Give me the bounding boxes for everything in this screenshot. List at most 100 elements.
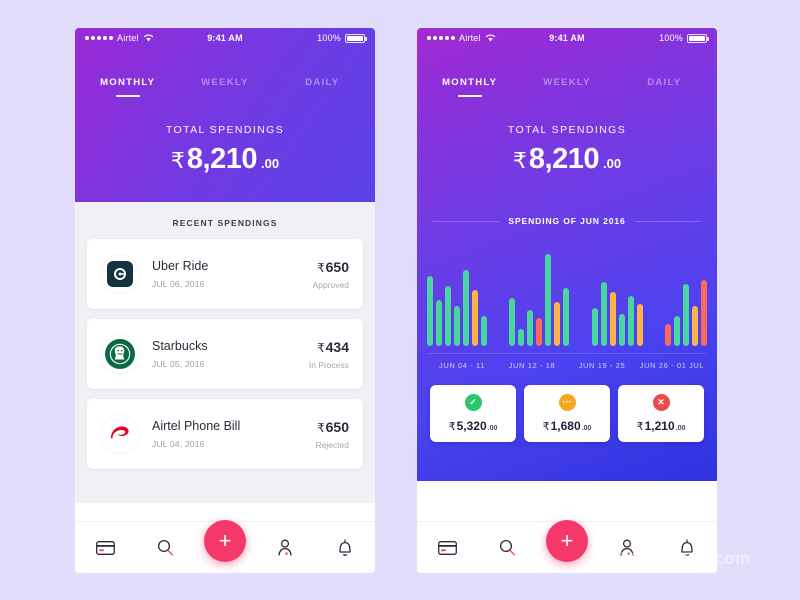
status-summary-cards: ✓ ₹5,320.00 ··· ₹1,680.00 ✕ ₹1,210.00 [430,385,704,442]
header-left: Airtel 9:41 AM 100% MONTHLY WEEKLY DAILY… [75,28,375,202]
chart-bar [691,306,698,346]
status-summary-card[interactable]: ··· ₹1,680.00 [524,385,610,442]
merchant-name: Starbucks [152,339,208,353]
recent-spendings-section: RECENT SPENDINGS Uber Ride JUL 06, 2016 … [75,202,375,503]
status-summary-amount: ₹1,210.00 [637,419,686,433]
nav-notifications-button[interactable] [657,539,717,557]
chart-bar [563,288,570,346]
reject-circle-icon: ✕ [652,394,670,411]
axis-tick-label: JUN 04 - 11 [438,361,486,370]
chart-bar [427,276,433,346]
battery-full-icon [345,33,367,43]
nav-notifications-button[interactable] [315,539,375,557]
status-bar-right: Airtel 9:41 AM 100% [417,28,717,48]
bar-group [509,246,570,346]
status-summary-amount-value: 1,210 [644,419,675,433]
list-item-amount-block: ₹434 In Process [309,339,349,370]
chart-bar [509,298,516,346]
total-amount-value: 8,210 [186,143,258,175]
phone-screen-right: Airtel 9:41 AM 100% MONTHLY WEEKLY DAILY… [417,28,717,573]
recent-spendings-title: RECENT SPENDINGS [172,218,278,228]
search-icon [157,539,173,556]
status-bar-right-group: 100% [659,33,709,43]
header-right: Airtel 9:41 AM 100% MONTHLY WEEKLY DAILY… [417,28,717,499]
rupee-symbol: ₹ [448,421,456,433]
status-summary-card[interactable]: ✕ ₹1,210.00 [618,385,704,442]
chart-bar [518,329,525,346]
list-item[interactable]: Starbucks JUL 05, 2016 ₹434 In Process [87,319,363,389]
period-tabs-right: MONTHLY WEEKLY DAILY [417,77,717,97]
card-icon [95,540,115,555]
add-transaction-fab[interactable]: + [546,520,588,562]
expand-handle[interactable] [417,488,717,499]
transaction-amount-value: 650 [325,258,349,275]
total-spendings-amount: ₹ 8,210 .00 [417,143,717,176]
nav-search-button[interactable] [135,539,195,556]
divider-left [433,220,500,222]
list-item[interactable]: Uber Ride JUL 06, 2016 ₹650 Approved [87,239,363,309]
chart-bar [445,286,451,346]
rupee-symbol: ₹ [636,421,644,433]
chart-bar [545,254,552,346]
transaction-date: JUL 04, 2016 [152,439,205,449]
tab-daily[interactable]: DAILY [616,77,713,97]
bell-icon [339,539,351,556]
battery-percent-label: 100% [317,33,341,43]
status-summary-amount: ₹1,680.00 [543,419,592,433]
chart-bar [627,296,634,346]
tab-weekly[interactable]: WEEKLY [176,77,273,97]
plus-icon: + [560,528,574,553]
pending-circle-icon: ··· [558,394,576,411]
uber-logo-icon [101,255,139,293]
list-item-main: Uber Ride JUL 06, 2016 [152,259,313,289]
chart-title-row: SPENDING OF JUN 2016 [417,216,717,226]
plus-icon: + [218,528,232,553]
nav-cards-button[interactable] [417,540,477,555]
nav-profile-button[interactable] [255,539,315,556]
check-circle-icon: ✓ [464,394,482,411]
axis-tick-label: JUN 12 - 18 [508,361,556,370]
tab-weekly[interactable]: WEEKLY [518,77,615,97]
nav-profile-button[interactable] [597,539,657,556]
status-summary-amount-cents: .00 [487,425,498,432]
nav-search-button[interactable] [477,539,537,556]
total-spendings-label: TOTAL SPENDINGS [507,124,627,136]
status-summary-card[interactable]: ✓ ₹5,320.00 [430,385,516,442]
chart-x-axis: JUN 04 - 11 JUN 12 - 18 JUN 19 - 25 JUN 26 … [427,353,707,370]
screenshot-canvas: Airtel 9:41 AM 100% MONTHLY WEEKLY DAILY… [0,0,800,600]
list-item-amount-block: ₹650 Rejected [315,419,349,450]
chart-bar [618,314,625,346]
total-spendings-amount: ₹ 8,210 .00 [75,143,375,176]
starbucks-logo-icon [101,335,139,373]
transaction-amount-value: 650 [325,418,349,435]
status-summary-amount-value: 5,320 [456,419,487,433]
add-transaction-fab[interactable]: + [204,520,246,562]
transaction-date: JUL 06, 2016 [152,279,205,289]
tab-monthly[interactable]: MONTHLY [79,77,176,97]
transaction-amount: ₹650 [315,419,349,435]
card-icon [437,540,457,555]
person-icon [620,539,634,556]
airtel-logo-icon [101,415,139,453]
merchant-name: Uber Ride [152,259,209,273]
phone-screen-left: Airtel 9:41 AM 100% MONTHLY WEEKLY DAILY… [75,28,375,573]
list-item-main: Airtel Phone Bill JUL 04, 2016 [152,419,315,449]
total-amount-cents: .00 [261,156,280,171]
chart-bar [527,310,534,346]
list-item[interactable]: Airtel Phone Bill JUL 04, 2016 ₹650 Reje… [87,399,363,469]
spending-chart: SPENDING OF JUN 2016 JUN 04 - 11 JUN 12 -… [417,216,717,370]
tab-daily[interactable]: DAILY [274,77,371,97]
tab-monthly[interactable]: MONTHLY [421,77,518,97]
list-item-amount-block: ₹650 Approved [313,259,349,290]
rupee-symbol: ₹ [512,148,527,173]
chart-bar [554,302,561,346]
chart-bar [636,304,643,346]
status-summary-amount-cents: .00 [675,425,686,432]
transaction-amount-value: 434 [325,338,349,355]
divider-right [634,220,702,222]
nav-cards-button[interactable] [75,540,135,555]
chart-bar [673,316,680,346]
status-summary-amount: ₹5,320.00 [449,419,498,433]
bar-group [427,246,487,346]
axis-tick-label: JUN 19 - 25 [578,361,626,370]
